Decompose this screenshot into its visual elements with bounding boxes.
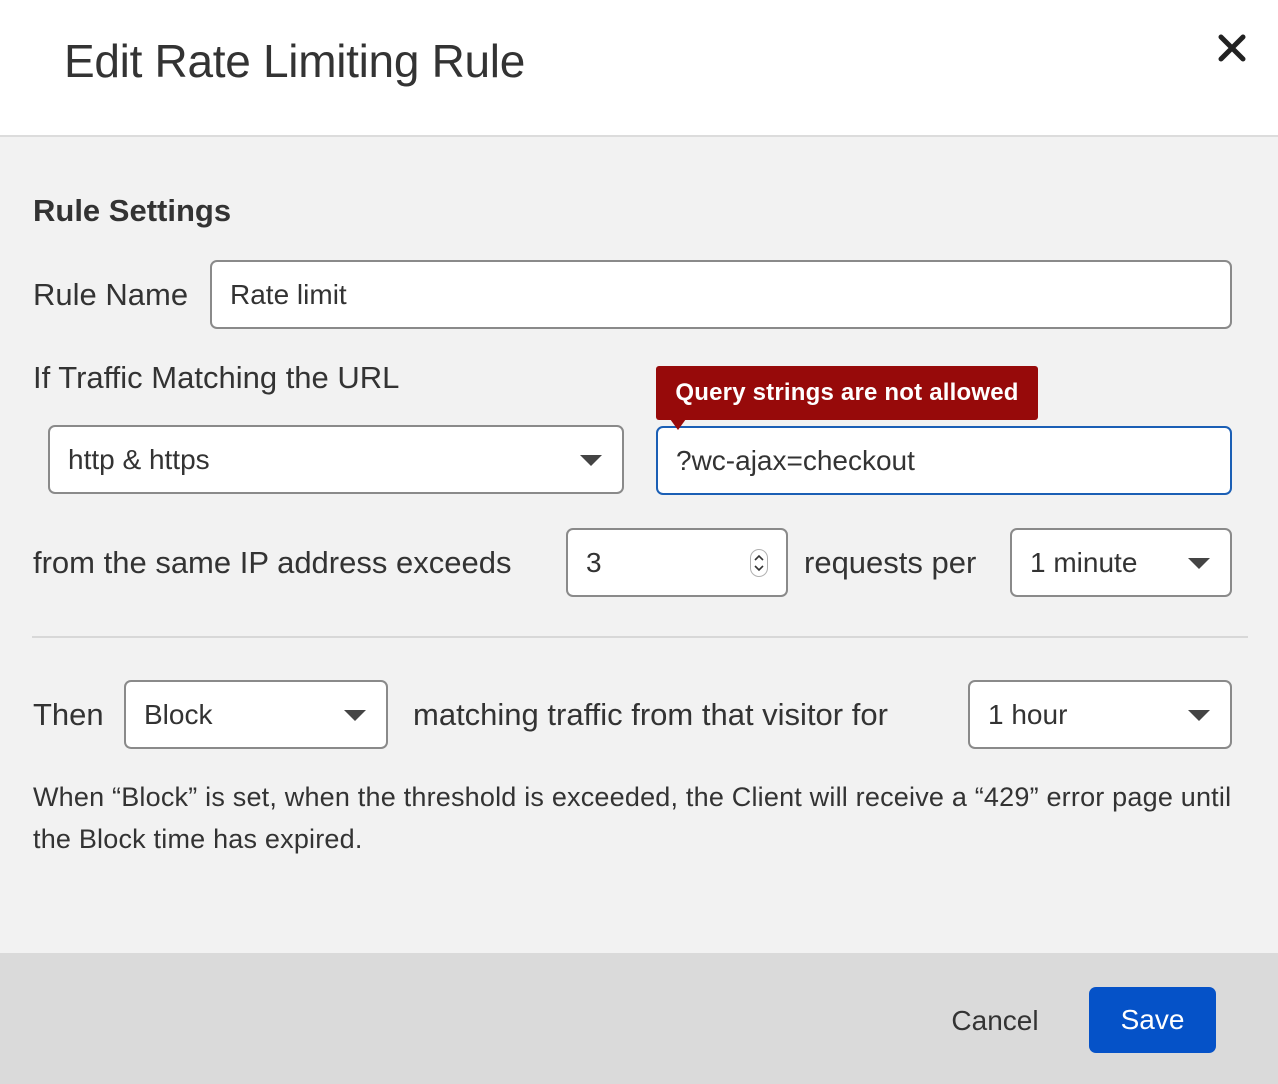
- requests-count-value: 3: [586, 546, 602, 578]
- rule-name-value: Rate limit: [230, 278, 347, 310]
- action-selected-value: Block: [144, 698, 213, 730]
- dialog-title: Edit Rate Limiting Rule: [64, 35, 525, 87]
- help-text: When “Block” is set, when the threshold …: [33, 782, 1232, 854]
- protocol-selected-value: http & https: [68, 443, 210, 475]
- chevron-down-icon: [344, 709, 366, 721]
- section-title: Rule Settings: [33, 193, 232, 228]
- url-input[interactable]: ?wc-ajax=checkout: [656, 426, 1232, 495]
- chevron-down-icon: [580, 454, 602, 466]
- divider: [32, 636, 1248, 638]
- threshold-label: from the same IP address exceeds: [33, 545, 512, 580]
- dialog-footer: [0, 953, 1278, 1084]
- save-button[interactable]: Save: [1089, 987, 1216, 1053]
- stepper-icon[interactable]: [750, 548, 768, 577]
- requests-per-label: requests per: [804, 545, 977, 580]
- dialog-header: Edit Rate Limiting Rule: [0, 0, 1278, 137]
- url-match-label: If Traffic Matching the URL: [33, 360, 400, 395]
- rule-name-label: Rule Name: [33, 277, 189, 312]
- tooltip-arrow: [670, 419, 686, 430]
- protocol-select[interactable]: http & https: [48, 425, 624, 494]
- matching-traffic-label: matching traffic from that visitor for: [413, 697, 888, 732]
- close-icon[interactable]: [1212, 28, 1252, 68]
- error-tooltip: Query strings are not allowed: [656, 366, 1038, 420]
- then-label: Then: [33, 697, 104, 732]
- rule-name-input[interactable]: Rate limit: [210, 260, 1232, 329]
- chevron-down-icon: [1188, 557, 1210, 569]
- duration-select[interactable]: 1 hour: [968, 680, 1232, 749]
- period-selected-value: 1 minute: [1030, 546, 1138, 578]
- requests-count-input[interactable]: 3: [566, 528, 788, 597]
- url-value: ?wc-ajax=checkout: [676, 444, 915, 476]
- cancel-button[interactable]: Cancel: [930, 990, 1060, 1052]
- chevron-down-icon: [1188, 709, 1210, 721]
- edit-rate-limiting-rule-dialog: Edit Rate Limiting Rule Rule Settings Ru…: [0, 0, 1278, 1084]
- duration-selected-value: 1 hour: [988, 698, 1068, 730]
- period-select[interactable]: 1 minute: [1010, 528, 1232, 597]
- action-select[interactable]: Block: [124, 680, 388, 749]
